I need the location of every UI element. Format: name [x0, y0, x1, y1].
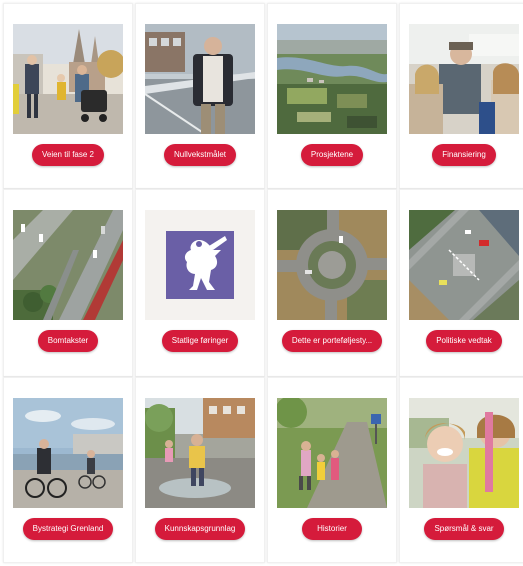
topic-card-sporsmal-og-svar[interactable]: Spørsmål & svar — [399, 377, 523, 563]
topic-card-veien-til-fase-2[interactable]: Veien til fase 2 — [3, 3, 133, 189]
topic-button-kunnskapsgrunnlag[interactable]: Kunnskapsgrunnlag — [154, 518, 246, 540]
topic-button-dette-er-portefoljestyring[interactable]: Dette er porteføljesty... — [281, 330, 383, 352]
topic-card-bystrategi-grenland[interactable]: Bystrategi Grenland — [3, 377, 133, 563]
topic-card-kunnskapsgrunnlag[interactable]: Kunnskapsgrunnlag — [135, 377, 265, 563]
topic-button-bomtakster[interactable]: Bomtakster — [37, 330, 99, 352]
topic-button-nullvekstmalet[interactable]: Nullvekstmålet — [163, 144, 236, 166]
topic-button-bystrategi-grenland[interactable]: Bystrategi Grenland — [22, 518, 114, 540]
topic-card-bomtakster[interactable]: Bomtakster — [3, 189, 133, 377]
topic-button-politiske-vedtak[interactable]: Politiske vedtak — [426, 330, 502, 352]
aerial-river-valley-photo[interactable] — [277, 24, 387, 134]
topic-card-nullvekstmalet[interactable]: Nullvekstmålet — [135, 3, 265, 189]
topic-button-historier[interactable]: Historier — [302, 518, 362, 540]
aerial-intersection-photo[interactable] — [409, 210, 519, 320]
bus-passengers-photo[interactable] — [409, 24, 519, 134]
topic-card-prosjektene[interactable]: Prosjektene — [267, 3, 397, 189]
topic-button-statlige-foringer[interactable]: Statlige føringer — [161, 330, 239, 352]
topic-button-veien-til-fase-2[interactable]: Veien til fase 2 — [31, 144, 105, 166]
coat-of-arms-lion-logo[interactable] — [145, 210, 255, 320]
topic-card-dette-er-portefoljestyring[interactable]: Dette er porteføljesty... — [267, 189, 397, 377]
family-walking-path-photo[interactable] — [277, 398, 387, 508]
child-splashing-puddle-photo[interactable] — [145, 398, 255, 508]
topic-card-finansiering[interactable]: Finansiering — [399, 3, 523, 189]
aerial-roundabout-photo[interactable] — [277, 210, 387, 320]
aerial-highway-photo[interactable] — [13, 210, 123, 320]
topic-grid: Veien til fase 2 Nullvekstmålet Prosjekt… — [3, 3, 523, 563]
topic-button-finansiering[interactable]: Finansiering — [432, 144, 496, 166]
topic-card-historier[interactable]: Historier — [267, 377, 397, 563]
cyclists-waterfront-photo[interactable] — [13, 398, 123, 508]
family-with-stroller-photo[interactable] — [13, 24, 123, 134]
topic-button-sporsmal-og-svar[interactable]: Spørsmål & svar — [424, 518, 504, 540]
smiling-children-photo[interactable] — [409, 398, 519, 508]
topic-card-politiske-vedtak[interactable]: Politiske vedtak — [399, 189, 523, 377]
topic-button-prosjektene[interactable]: Prosjektene — [300, 144, 364, 166]
topic-card-statlige-foringer[interactable]: Statlige føringer — [135, 189, 265, 377]
man-on-phone-bridge-photo[interactable] — [145, 24, 255, 134]
